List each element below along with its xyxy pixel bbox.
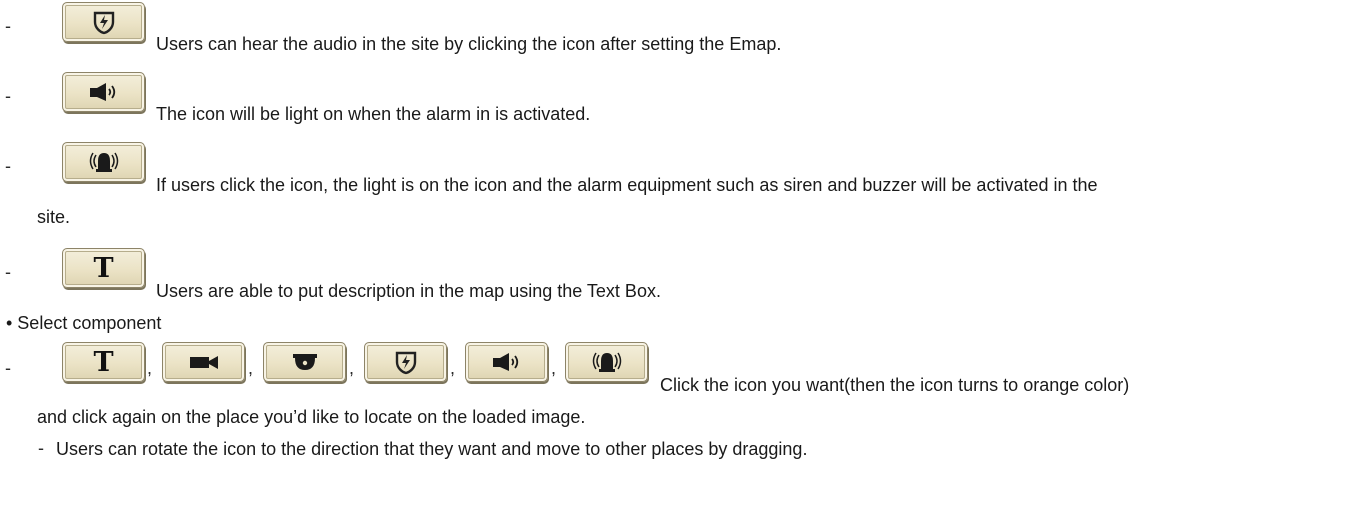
- text-box-icon: T: [93, 346, 114, 378]
- bullet-dash: -: [38, 438, 44, 458]
- siren-icon: [85, 149, 123, 175]
- alarm-out-description-line2: site.: [37, 207, 71, 227]
- bullet-dash: -: [5, 86, 11, 106]
- speaker-button[interactable]: [62, 72, 145, 112]
- manual-page: - Users can hear the audio in the site b…: [0, 0, 1363, 506]
- text-box-description: Users are able to put description in the…: [156, 281, 661, 301]
- bullet-dash: -: [5, 156, 11, 176]
- bullet-dash: -: [5, 262, 11, 282]
- speaker-icon: [490, 351, 524, 373]
- alarm-in-description: The icon will be light on when the alarm…: [156, 104, 591, 124]
- speaker-button[interactable]: [465, 342, 548, 382]
- sensor-button[interactable]: [62, 2, 145, 42]
- sensor-icon: [91, 9, 117, 35]
- siren-button[interactable]: [62, 142, 145, 182]
- camera-button[interactable]: [162, 342, 245, 382]
- select-component-heading: • Select component: [6, 313, 162, 333]
- click-icon-description-line1: Click the icon you want(then the icon tu…: [660, 375, 1130, 395]
- sensor-icon: [393, 349, 419, 375]
- bullet-dash: -: [5, 358, 11, 378]
- alarm-out-description-line1: If users click the icon, the light is on…: [156, 175, 1098, 195]
- sound-description: Users can hear the audio in the site by …: [156, 34, 782, 54]
- click-icon-description-line2: and click again on the place you’d like …: [37, 407, 586, 427]
- comma-separator: ,: [147, 358, 153, 378]
- text-box-button[interactable]: T: [62, 248, 145, 288]
- comma-separator: ,: [349, 358, 355, 378]
- comma-separator: ,: [450, 358, 456, 378]
- camera-icon: [187, 352, 221, 372]
- siren-icon: [588, 349, 626, 375]
- sensor-button[interactable]: [364, 342, 447, 382]
- speaker-icon: [87, 81, 121, 103]
- text-box-icon: T: [93, 252, 114, 284]
- rotate-description: Users can rotate the icon to the directi…: [56, 439, 808, 459]
- dome-camera-button[interactable]: [263, 342, 346, 382]
- siren-button[interactable]: [565, 342, 648, 382]
- comma-separator: ,: [248, 358, 254, 378]
- dome-camera-icon: [288, 351, 322, 373]
- comma-separator: ,: [551, 358, 557, 378]
- text-box-button[interactable]: T: [62, 342, 145, 382]
- bullet-dash: -: [5, 16, 11, 36]
